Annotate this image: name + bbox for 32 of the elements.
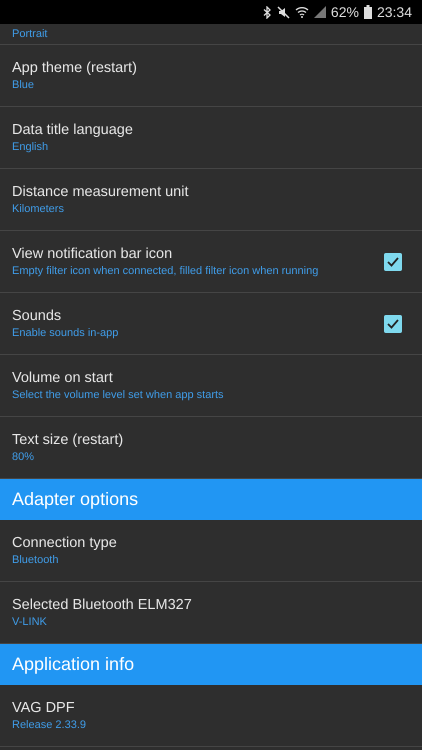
checkbox[interactable] bbox=[384, 252, 402, 270]
preference-summary: Release 2.33.9 bbox=[12, 719, 87, 731]
section-header: Adapter options bbox=[0, 479, 422, 520]
checkbox[interactable] bbox=[384, 314, 402, 332]
preference-title: Distance measurement unit bbox=[12, 184, 190, 200]
preference-summary: Blue bbox=[12, 79, 36, 91]
preference-title: Selected Bluetooth ELM327 bbox=[12, 597, 193, 613]
preference-title: View notification bar icon bbox=[12, 246, 174, 262]
preference-summary: English bbox=[12, 141, 50, 153]
battery-percent: 62% bbox=[330, 4, 359, 20]
preference-title: Volume on start bbox=[12, 370, 114, 386]
preference-summary: Select the volume level set when app starts bbox=[12, 389, 225, 401]
mute-icon bbox=[276, 6, 290, 18]
preference-title: Connection type bbox=[12, 535, 118, 551]
preference-title: Data title language bbox=[12, 122, 134, 138]
clock-time: 23:34 bbox=[376, 4, 412, 20]
preference-summary: Bluetooth bbox=[12, 554, 60, 566]
preference-summary: Empty filter icon when connected, filled filter icon when running bbox=[12, 265, 320, 277]
preference-summary: Enable sounds in-app bbox=[12, 327, 120, 339]
bluetooth-icon bbox=[262, 6, 272, 18]
preference-summary: Kilometers bbox=[12, 203, 65, 215]
wifi-icon bbox=[294, 6, 309, 18]
preference-summary: Portrait bbox=[12, 28, 48, 40]
preference-summary: 80% bbox=[12, 451, 36, 463]
preference-summary: V-LINK bbox=[12, 616, 48, 628]
preference-title: VAG DPF bbox=[12, 700, 76, 716]
signal-icon bbox=[314, 6, 326, 18]
preference-title: Sounds bbox=[12, 308, 62, 324]
section-header: Application info bbox=[0, 644, 422, 685]
preference-title: App theme (restart) bbox=[12, 60, 138, 76]
battery-icon bbox=[364, 5, 372, 19]
preference-title: Text size (restart) bbox=[12, 432, 124, 448]
